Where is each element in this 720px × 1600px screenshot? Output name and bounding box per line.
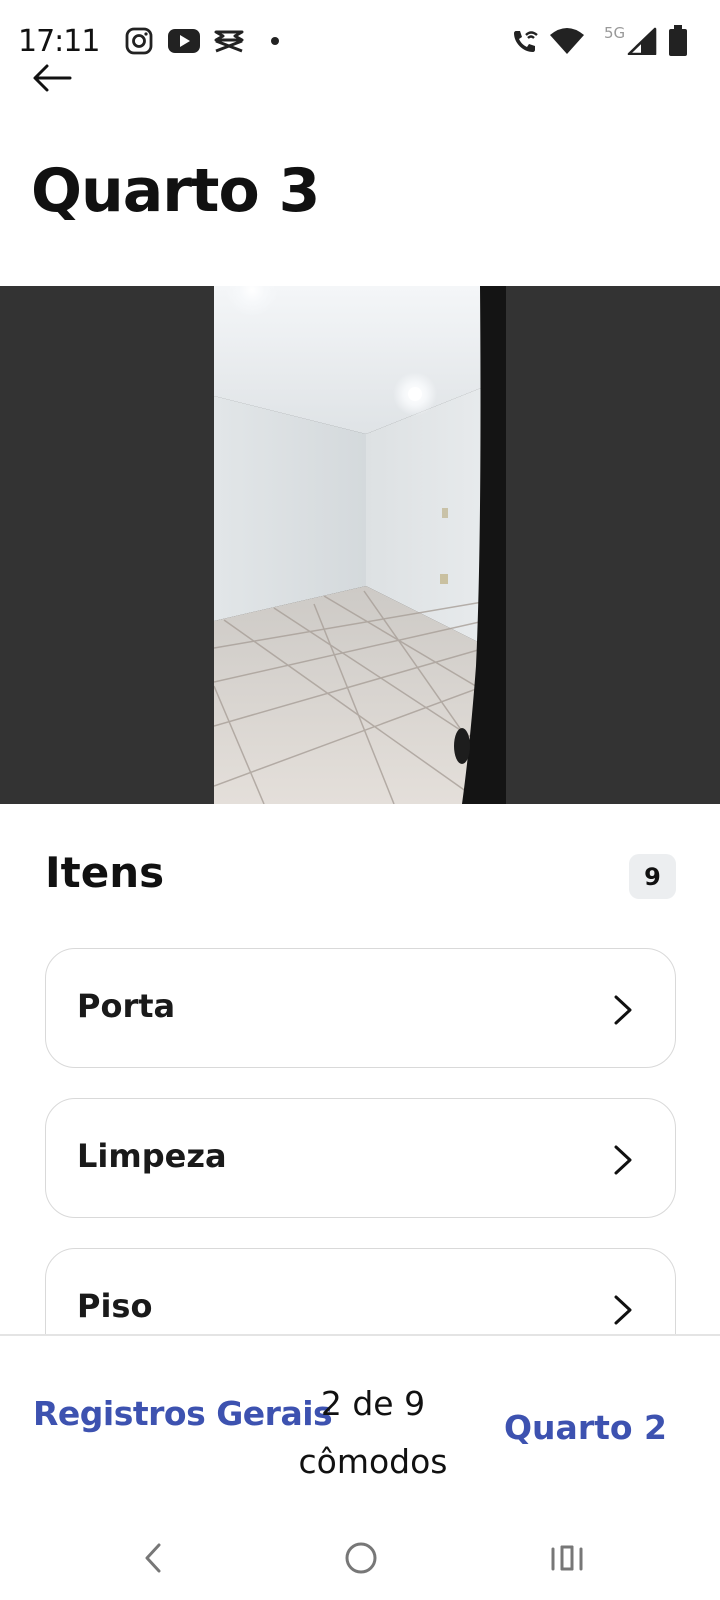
items-count-badge: 9	[629, 854, 676, 899]
list-item-label: Limpeza	[77, 1137, 227, 1175]
list-item-label: Piso	[77, 1287, 153, 1325]
items-list[interactable]: Porta Limpeza Piso	[0, 948, 720, 1334]
recents-icon	[551, 1545, 583, 1571]
wifi-icon	[548, 26, 586, 56]
home-circle-icon	[345, 1542, 377, 1574]
chevron-right-icon	[614, 1145, 632, 1175]
back-button[interactable]	[28, 60, 76, 100]
system-recents-button[interactable]	[542, 1536, 592, 1580]
chevron-right-icon	[614, 1295, 632, 1325]
photo-area[interactable]	[0, 286, 720, 804]
network-type-label: 5G	[604, 24, 626, 42]
system-navigation-bar	[0, 1520, 720, 1600]
wifi-calling-icon	[510, 26, 540, 56]
chevron-right-icon	[614, 995, 632, 1025]
list-item-porta[interactable]: Porta	[45, 948, 676, 1068]
back-chevron-icon	[145, 1543, 161, 1573]
list-item-piso[interactable]: Piso	[45, 1248, 676, 1334]
items-section-title: Itens	[45, 848, 165, 897]
arrow-left-icon	[32, 63, 72, 98]
room-progress-unit: cômodos	[298, 1442, 448, 1481]
notification-dot-icon	[271, 37, 279, 45]
room-progress-count: 2 de 9	[320, 1384, 426, 1423]
system-back-button[interactable]	[128, 1536, 178, 1580]
room-progress: 2 de 9 cômodos	[288, 1375, 458, 1491]
signal-icon	[626, 26, 658, 56]
instagram-icon	[124, 26, 154, 56]
list-item-label: Porta	[77, 987, 176, 1025]
next-room-link[interactable]: Quarto 2	[504, 1408, 667, 1447]
battery-icon	[666, 25, 690, 56]
room-photo	[214, 286, 506, 804]
status-time: 17:11	[18, 24, 100, 59]
system-home-button[interactable]	[336, 1536, 386, 1580]
list-item-limpeza[interactable]: Limpeza	[45, 1098, 676, 1218]
youtube-icon	[166, 26, 202, 56]
status-bar: 17:11 5G	[0, 0, 720, 70]
page-title: Quarto 3	[31, 156, 320, 226]
bottom-divider	[0, 1334, 720, 1336]
capcut-icon	[212, 26, 246, 56]
